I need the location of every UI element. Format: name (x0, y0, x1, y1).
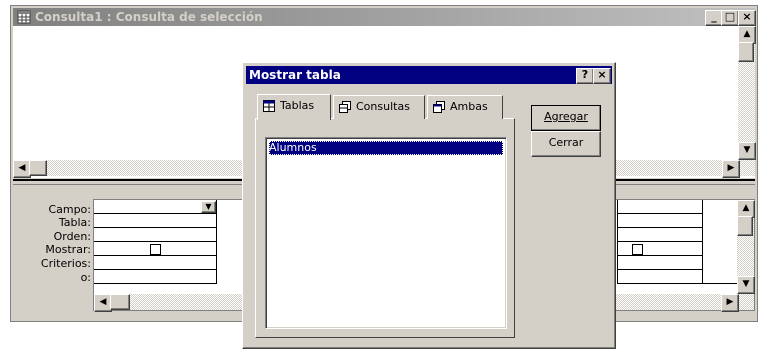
scroll-right-icon[interactable]: ▶ (722, 160, 740, 178)
row-label-mostrar: Mostrar: (45, 243, 91, 256)
row-label-o: o: (80, 271, 91, 284)
grid-cell[interactable] (94, 214, 217, 228)
query-window-title: Consulta1 : Consulta de selección (35, 10, 263, 24)
maximize-button[interactable]: □ (721, 10, 739, 26)
tab-panel: Alumnos (255, 118, 515, 338)
query-icon (339, 101, 351, 113)
grid-cell[interactable] (617, 242, 703, 256)
scroll-thumb[interactable] (737, 216, 753, 236)
field-dropdown-icon[interactable]: ▼ (201, 201, 216, 213)
dialog-close-button[interactable]: × (593, 68, 611, 84)
grid-row-labels: Campo: Tabla: Orden: Mostrar: Criterios:… (13, 196, 91, 296)
grid-cell[interactable] (617, 200, 703, 214)
help-button[interactable]: ? (576, 68, 594, 84)
row-label-orden: Orden: (53, 230, 91, 243)
scroll-thumb[interactable] (29, 160, 47, 176)
show-table-dialog: Mostrar tabla ? × Alumnos Tablas Consult… (242, 62, 616, 349)
list-item-selected[interactable]: Alumnos (269, 141, 503, 155)
add-button-label: Agregar (544, 110, 588, 123)
tab-tablas[interactable]: Tablas (257, 94, 331, 120)
grid-cell[interactable] (94, 228, 217, 242)
row-label-tabla: Tabla: (58, 216, 91, 229)
scroll-thumb[interactable] (110, 294, 130, 310)
table-icon (263, 100, 275, 112)
row-label-campo: Campo: (48, 203, 91, 216)
scroll-down-icon[interactable]: ▼ (737, 276, 755, 294)
tab-consultas[interactable]: Consultas (333, 95, 425, 119)
row-label-criterios: Criterios: (40, 257, 91, 270)
scroll-right-icon[interactable]: ▶ (721, 294, 739, 312)
table-pane-vscrollbar[interactable]: ▲ ▼ (738, 26, 756, 176)
table-listbox[interactable]: Alumnos (265, 137, 507, 329)
show-checkbox[interactable] (150, 244, 161, 255)
query-window-icon (17, 10, 31, 24)
tab-label: Ambas (450, 100, 488, 113)
grid-cell[interactable] (617, 270, 703, 284)
close-button-label: Cerrar (548, 136, 584, 149)
grid-column[interactable] (703, 200, 737, 284)
grid-cell[interactable] (94, 200, 217, 214)
grid-cell[interactable] (617, 214, 703, 228)
tab-label: Tablas (280, 99, 315, 112)
scroll-down-icon[interactable]: ▼ (738, 142, 756, 160)
add-button[interactable]: Agregar (531, 105, 601, 131)
dialog-cerrar-button[interactable]: Cerrar (531, 131, 601, 157)
tab-label: Consultas (356, 100, 410, 113)
both-icon (433, 101, 445, 113)
grid-cell[interactable] (617, 228, 703, 242)
dialog-title: Mostrar tabla (249, 68, 341, 82)
grid-cell[interactable] (94, 270, 217, 284)
tab-ambas[interactable]: Ambas (427, 95, 503, 119)
grid-vscrollbar[interactable]: ▲ ▼ (737, 200, 755, 294)
query-window-titlebar[interactable]: Consulta1 : Consulta de selección _ □ × (13, 8, 756, 26)
show-checkbox[interactable] (632, 244, 643, 255)
scroll-thumb[interactable] (738, 42, 754, 62)
grid-cell[interactable] (617, 256, 703, 270)
grid-cell[interactable] (94, 256, 217, 270)
close-button[interactable]: × (738, 10, 756, 26)
dialog-titlebar[interactable]: Mostrar tabla ? × (246, 66, 612, 84)
